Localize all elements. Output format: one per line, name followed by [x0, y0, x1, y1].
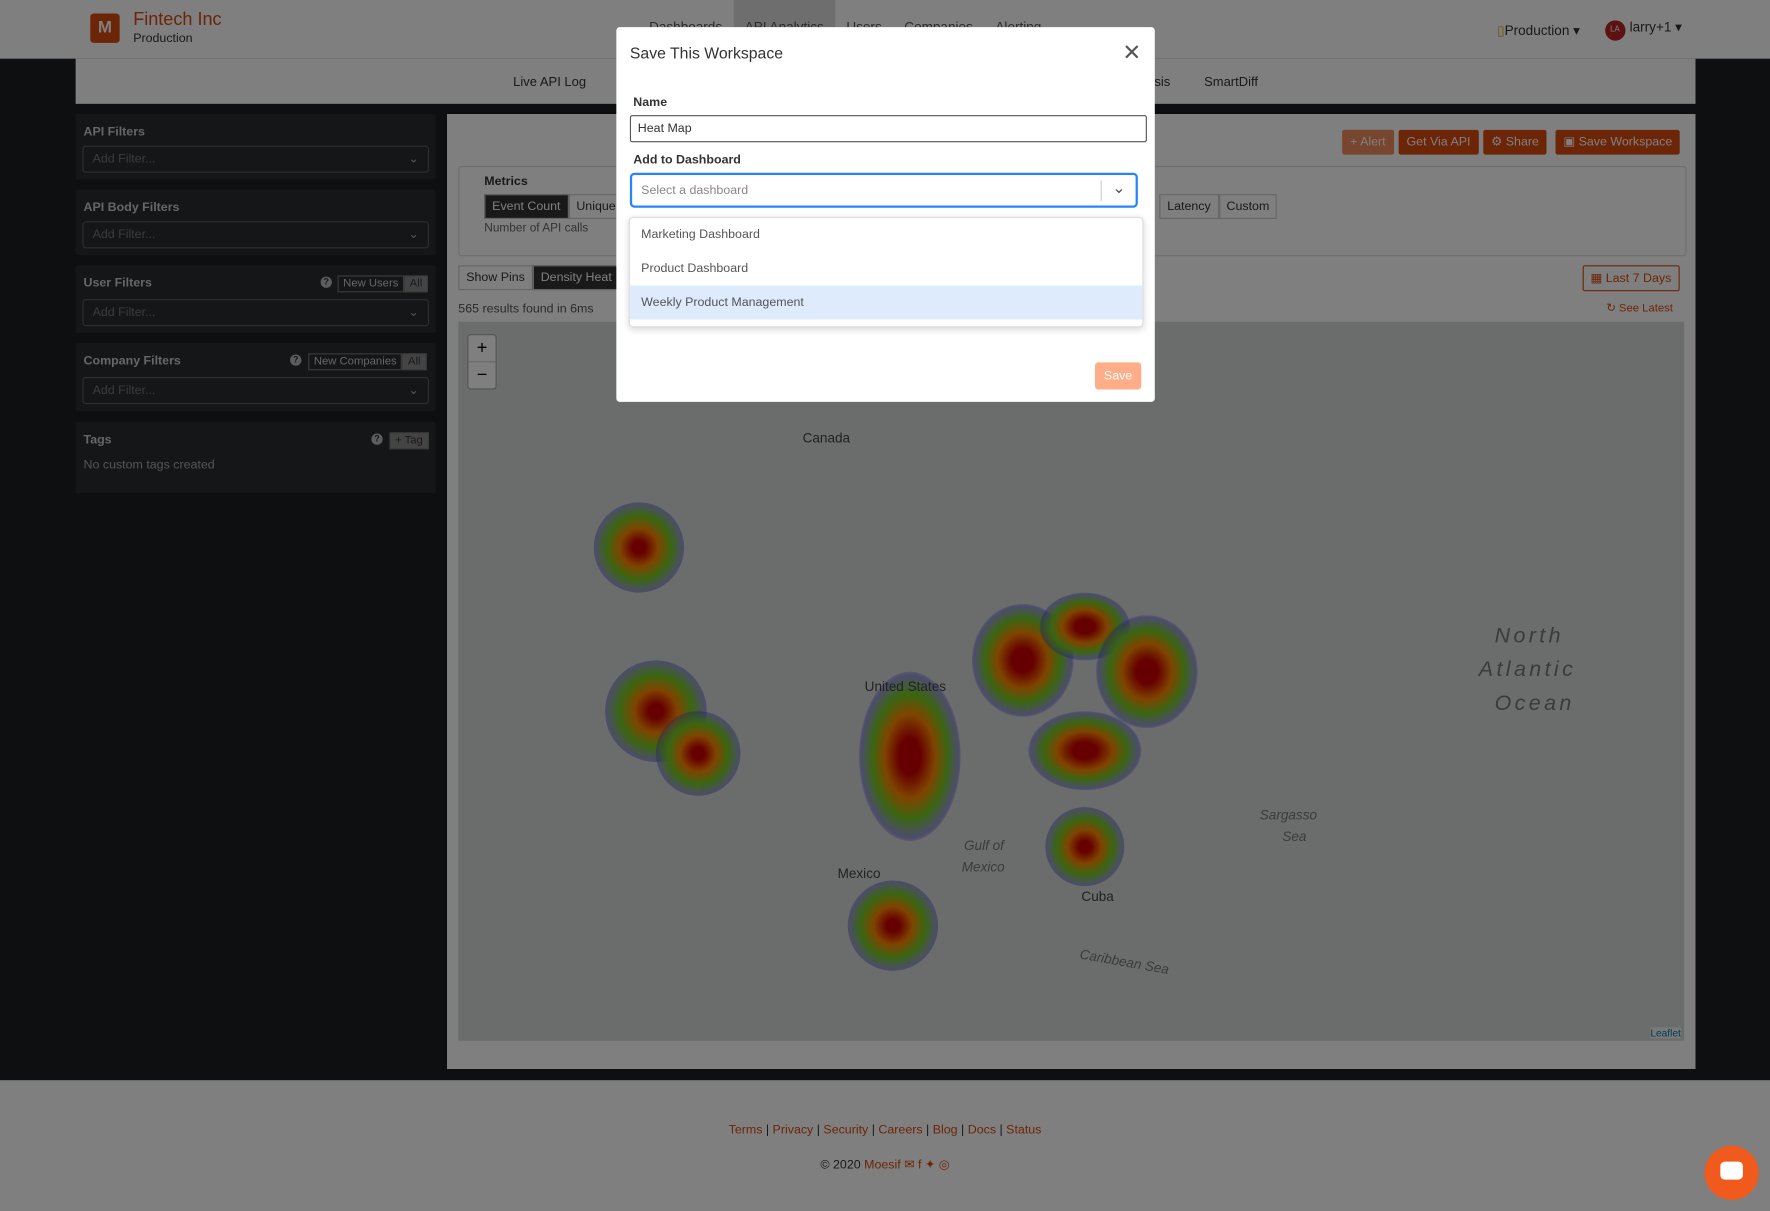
chat-widget-button[interactable] — [1704, 1145, 1759, 1200]
dashboard-label: Add to Dashboard — [633, 153, 741, 168]
close-icon[interactable]: ✕ — [1122, 38, 1141, 66]
save-button[interactable]: Save — [1094, 362, 1142, 390]
chevron-down-icon[interactable]: ⌄ — [1112, 178, 1125, 197]
save-workspace-modal: Save This Workspace ✕ Name Add to Dashbo… — [616, 27, 1155, 402]
chat-icon — [1720, 1161, 1743, 1180]
workspace-name-input[interactable] — [629, 115, 1147, 143]
separator — [1100, 180, 1102, 201]
dashboard-option[interactable]: Product Dashboard — [630, 252, 1142, 286]
dashboard-option[interactable]: Weekly Product Management — [629, 285, 1143, 320]
dashboard-select[interactable]: Select a dashboard ⌄ — [629, 172, 1138, 208]
modal-title: Save This Workspace — [629, 44, 784, 63]
name-label: Name — [633, 95, 668, 110]
dashboard-placeholder: Select a dashboard — [641, 183, 749, 198]
dashboard-option[interactable]: Marketing Dashboard — [630, 218, 1142, 252]
dashboard-dropdown-menu: Marketing Dashboard Product Dashboard We… — [628, 216, 1144, 328]
